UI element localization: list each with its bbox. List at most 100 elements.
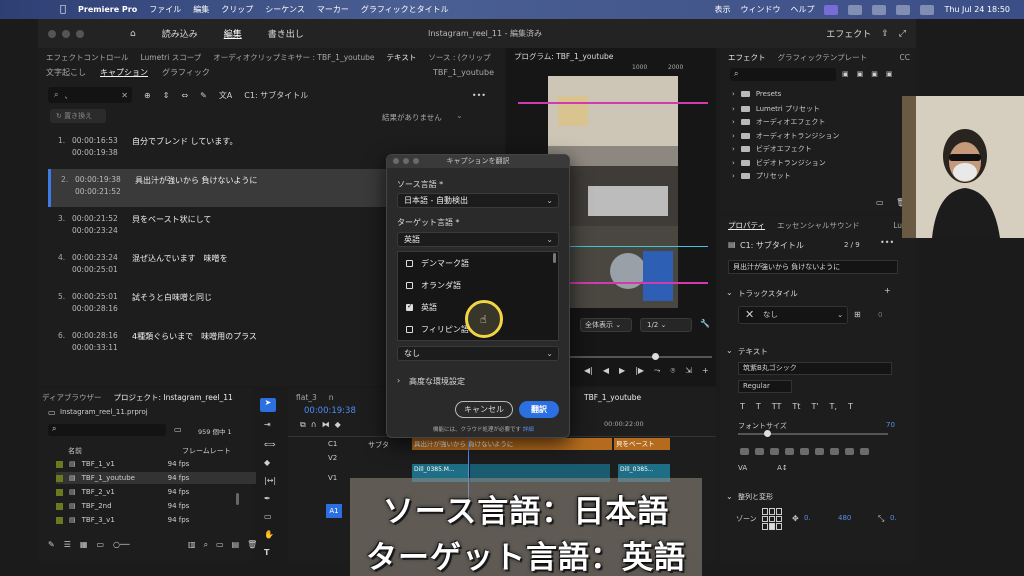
rectangle-tool-icon[interactable]: ▭: [264, 512, 272, 521]
prev-result-icon[interactable]: ⌄: [456, 111, 463, 120]
chevron-down-icon[interactable]: ⌄: [726, 346, 733, 355]
32bit-filter-icon[interactable]: ▣: [857, 70, 864, 78]
column-name[interactable]: 名前: [68, 446, 82, 456]
faux-italic-icon[interactable]: T: [756, 402, 761, 411]
menu-marker[interactable]: マーカー: [317, 4, 349, 15]
caption-text[interactable]: 貝をベースト状にして: [132, 214, 211, 225]
pen-tool-icon[interactable]: ✒: [264, 494, 271, 503]
leading-icon[interactable]: A↕: [777, 464, 788, 472]
dialog-zoom-icon[interactable]: [413, 158, 419, 164]
align-center-icon[interactable]: [755, 448, 764, 455]
effects-folder[interactable]: › ビデオエフェクト: [732, 144, 812, 154]
menu-file[interactable]: ファイル: [149, 4, 181, 15]
new-bin-icon[interactable]: ▭: [174, 425, 182, 434]
menu-view[interactable]: 表示: [714, 4, 730, 15]
play-icon[interactable]: ▶: [619, 366, 625, 376]
effects-folder[interactable]: › オーディオエフェクト: [732, 117, 825, 127]
tab-effects[interactable]: エフェクト: [728, 52, 766, 63]
broadcast-icon[interactable]: [848, 4, 863, 15]
source-language-select[interactable]: 日本語 - 自動検出 ⌄: [397, 193, 559, 208]
split-caption-icon[interactable]: ⇕: [163, 91, 170, 100]
tab-captions[interactable]: キャプション: [100, 67, 148, 78]
tab-n[interactable]: n: [329, 393, 334, 402]
hand-tool-icon[interactable]: ✋: [264, 530, 274, 539]
zone-cell[interactable]: [769, 508, 775, 515]
effects-folder[interactable]: › オーディオトランジション: [732, 131, 839, 141]
tab-media-browser[interactable]: ディアブラウザー: [42, 392, 101, 403]
cancel-button[interactable]: キャンセル: [455, 401, 513, 418]
new-folder-icon[interactable]: ▭: [876, 198, 884, 207]
tab-text[interactable]: テキスト: [387, 52, 417, 63]
yuv-filter-icon[interactable]: ▣: [871, 70, 878, 78]
tab-flat3[interactable]: flat_3: [296, 393, 317, 402]
caption-text[interactable]: 4種類ぐらいまで 味噌用のプラス: [132, 331, 257, 342]
search-icon[interactable]: [896, 4, 911, 15]
track-c1[interactable]: C1: [328, 440, 337, 448]
wrench-icon[interactable]: 🔧: [700, 319, 710, 328]
home-icon[interactable]: ⌂: [124, 29, 142, 39]
minimize-window-icon[interactable]: [62, 29, 70, 38]
faux-bold-icon[interactable]: T: [740, 402, 745, 411]
selection-tool[interactable]: ➤: [260, 398, 276, 412]
nest-icon[interactable]: ⧉: [300, 420, 306, 430]
translate-button[interactable]: 翻訳: [519, 401, 559, 418]
tracking-icon[interactable]: VA: [738, 464, 747, 472]
add-caption-icon[interactable]: ⊕: [144, 91, 151, 100]
workspace-export[interactable]: 書き出し: [262, 27, 310, 40]
tab-effect-controls[interactable]: エフェクトコントロール: [46, 52, 129, 63]
tab-project[interactable]: プロジェクト: Instagram_reel_11: [113, 392, 232, 403]
caption-style-select[interactable]: なし ⌄: [397, 346, 559, 361]
workspace-effects[interactable]: エフェクト: [826, 27, 871, 40]
chevron-right-icon[interactable]: ›: [397, 376, 400, 385]
control-center-icon[interactable]: [920, 4, 935, 15]
justify-right-icon[interactable]: [815, 448, 824, 455]
font-weight-select[interactable]: Regular: [738, 380, 792, 393]
menu-edit[interactable]: 編集: [193, 4, 209, 15]
caption-search-input[interactable]: ⌕ 、 ✕: [48, 87, 132, 103]
language-option[interactable]: 英語: [406, 302, 437, 313]
project-item[interactable]: ▤ TBF_1_youtube 94 fps: [56, 472, 256, 484]
workspace-import[interactable]: 読み込み: [156, 27, 204, 40]
zone-cell[interactable]: [762, 515, 768, 523]
step-back-icon[interactable]: ◀|: [584, 366, 593, 376]
project-item[interactable]: ▤ TBF_2_v1 94 fps: [56, 486, 256, 498]
language-option[interactable]: フィリピン語: [406, 324, 469, 335]
subscript-icon[interactable]: T,: [830, 402, 837, 411]
linked-selection-icon[interactable]: ⧓: [322, 420, 330, 430]
dialog-close-icon[interactable]: [393, 158, 399, 164]
zone-cell[interactable]: [769, 515, 775, 523]
zone-cell[interactable]: [776, 523, 782, 530]
small-caps-icon[interactable]: Tt: [792, 402, 800, 411]
target-language-select[interactable]: 英語 ⌄: [397, 232, 559, 247]
more-options-icon[interactable]: •••: [880, 238, 894, 247]
clear-search-icon[interactable]: ✕: [121, 91, 128, 100]
timeline-timecode[interactable]: 00:00:19:38: [304, 406, 356, 416]
new-item-icon[interactable]: ▤: [232, 540, 240, 550]
playhead-bar[interactable]: [570, 356, 712, 358]
track-v1[interactable]: V1: [328, 474, 337, 482]
track-v2[interactable]: V2: [328, 454, 337, 462]
workspace-edit[interactable]: 編集: [218, 27, 248, 40]
zone-cell[interactable]: [776, 515, 782, 523]
effects-folder[interactable]: › Presets: [732, 90, 781, 98]
zone-cell[interactable]: [776, 508, 782, 515]
menu-clip[interactable]: クリップ: [221, 4, 253, 15]
caption-clip-2[interactable]: 貝をベースト: [614, 438, 670, 450]
zone-x-value[interactable]: 0.: [804, 514, 811, 522]
play-back-icon[interactable]: ◀: [603, 366, 609, 376]
zone-grid[interactable]: [762, 508, 784, 530]
tab-essential-sound[interactable]: エッセンシャルサウンド: [777, 220, 860, 231]
close-window-icon[interactable]: [48, 29, 56, 38]
language-checkbox[interactable]: [406, 326, 413, 333]
zoom-slider-icon[interactable]: ○──: [113, 540, 130, 549]
project-item[interactable]: ▤ TBF_1_v1 94 fps: [56, 458, 256, 470]
project-scrollbar[interactable]: [236, 493, 239, 505]
language-checkbox[interactable]: [406, 282, 413, 289]
loop-icon[interactable]: ⤳: [654, 366, 660, 376]
font-size-value[interactable]: 70: [886, 421, 895, 429]
font-size-slider[interactable]: [738, 433, 888, 435]
link-style-icon[interactable]: ⊞: [854, 310, 861, 319]
add-button-icon[interactable]: +: [702, 366, 709, 376]
new-bin-icon[interactable]: ▣: [886, 70, 893, 78]
language-checkbox[interactable]: [406, 302, 413, 311]
